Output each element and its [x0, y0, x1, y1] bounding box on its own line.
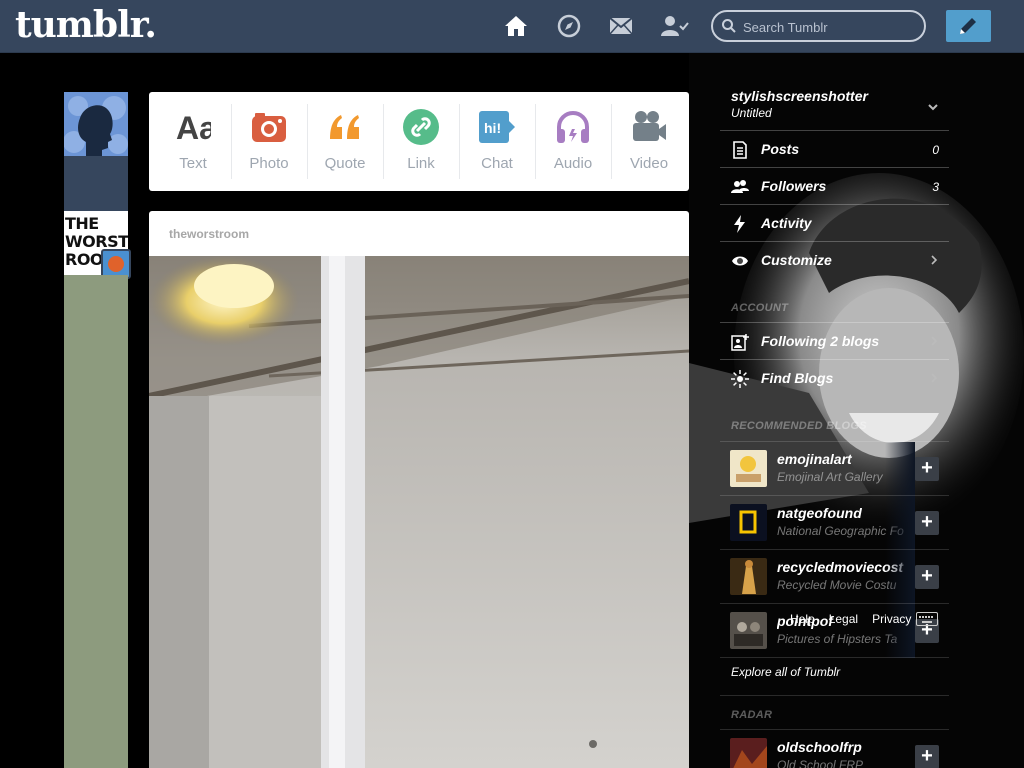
- people-icon: [731, 180, 749, 193]
- radar-blog[interactable]: oldschoolfrp Old School FRP +: [720, 729, 949, 768]
- account-heading: ACCOUNT: [731, 302, 789, 314]
- dashboard-post: theworstroom: [149, 211, 689, 768]
- footer-links: Help Legal Privacy: [790, 612, 925, 626]
- post-type-link[interactable]: Link: [383, 92, 459, 191]
- legal-link[interactable]: Legal: [829, 612, 858, 626]
- sidebar-item-find-blogs[interactable]: Find Blogs: [720, 359, 949, 396]
- search-icon: [722, 19, 736, 33]
- lightning-icon: [734, 215, 745, 233]
- chevron-right-icon: [931, 255, 938, 265]
- following-icon: [731, 334, 749, 351]
- chevron-right-icon: [931, 336, 938, 346]
- top-navbar: tumblr.: [0, 0, 1024, 53]
- radar-heading: RADAR: [731, 709, 773, 721]
- blog-name[interactable]: stylishscreenshotter: [731, 88, 868, 104]
- post-type-photo[interactable]: Photo: [231, 92, 307, 191]
- post-type-video[interactable]: Video: [611, 92, 687, 191]
- post-type-quote[interactable]: Quote: [307, 92, 383, 191]
- follow-button[interactable]: +: [915, 457, 939, 481]
- sidebar-item-following[interactable]: Following 2 blogs: [720, 322, 949, 359]
- follow-button[interactable]: +: [915, 565, 939, 589]
- post-type-text[interactable]: Aa Text: [155, 92, 231, 191]
- chevron-down-icon[interactable]: [927, 101, 939, 113]
- compose-button[interactable]: [946, 10, 991, 42]
- inbox-icon[interactable]: [608, 13, 634, 39]
- post-photo[interactable]: [149, 256, 689, 768]
- sunburst-icon: [731, 370, 749, 388]
- blog-thumbnail: [730, 612, 767, 649]
- right-sidebar: stylishscreenshotter Untitled Posts 0 Fo…: [689, 53, 1024, 768]
- search-box[interactable]: [711, 10, 926, 42]
- help-link[interactable]: Help: [790, 612, 815, 626]
- search-input[interactable]: [743, 18, 918, 36]
- recommended-blog[interactable]: natgeofound National Geographic Fo +: [720, 495, 949, 550]
- eye-icon: [732, 256, 748, 266]
- camera-icon: [252, 113, 286, 142]
- follow-button[interactable]: +: [915, 511, 939, 535]
- chevron-right-icon: [931, 373, 938, 383]
- blog-thumbnail: [730, 450, 767, 487]
- text-icon: Aa: [176, 110, 211, 145]
- sidebar-item-posts[interactable]: Posts 0: [720, 130, 949, 167]
- sidebar-item-followers[interactable]: Followers 3: [720, 167, 949, 204]
- recommended-blog[interactable]: emojinalart Emojinal Art Gallery +: [720, 441, 949, 496]
- keyboard-shortcuts-icon[interactable]: [916, 612, 938, 626]
- privacy-link[interactable]: Privacy: [872, 612, 911, 626]
- recommended-blog[interactable]: recycledmoviecost Recycled Movie Costu +: [720, 549, 949, 604]
- post-type-bar: Aa Text Photo Quote Link hi! Chat Audio …: [149, 92, 689, 191]
- posts-count: 0: [932, 143, 939, 157]
- post-type-chat[interactable]: hi! Chat: [459, 92, 535, 191]
- svg-text:hi!: hi!: [484, 120, 501, 136]
- follow-button[interactable]: +: [915, 745, 939, 768]
- document-icon: [733, 141, 747, 159]
- account-icon[interactable]: [660, 13, 690, 39]
- explore-link[interactable]: Explore all of Tumblr: [731, 665, 840, 679]
- blog-thumbnail: [730, 558, 767, 595]
- quote-icon: [330, 115, 359, 139]
- sidebar-item-customize[interactable]: Customize: [720, 241, 949, 278]
- recommended-heading: RECOMMENDED BLOGS: [731, 420, 867, 432]
- blog-thumbnail: [730, 738, 767, 768]
- post-author[interactable]: theworstroom: [169, 227, 249, 241]
- post-type-audio[interactable]: Audio: [535, 92, 611, 191]
- svg-text:Aa: Aa: [176, 110, 211, 145]
- blog-title: Untitled: [731, 106, 772, 120]
- headphones-icon: [557, 111, 589, 143]
- explore-icon[interactable]: [556, 13, 582, 39]
- pencil-icon: [960, 18, 976, 34]
- link-icon: [403, 109, 439, 145]
- video-camera-icon: [633, 111, 666, 141]
- user-avatar[interactable]: [64, 92, 128, 156]
- tumblr-logo[interactable]: tumblr.: [15, 4, 157, 46]
- blog-thumbnail: [730, 504, 767, 541]
- post-avatar-strip: [64, 275, 128, 768]
- followers-count: 3: [932, 180, 939, 194]
- sidebar-item-activity[interactable]: Activity: [720, 204, 949, 241]
- chat-icon: hi!: [479, 111, 515, 143]
- home-icon[interactable]: [503, 13, 529, 39]
